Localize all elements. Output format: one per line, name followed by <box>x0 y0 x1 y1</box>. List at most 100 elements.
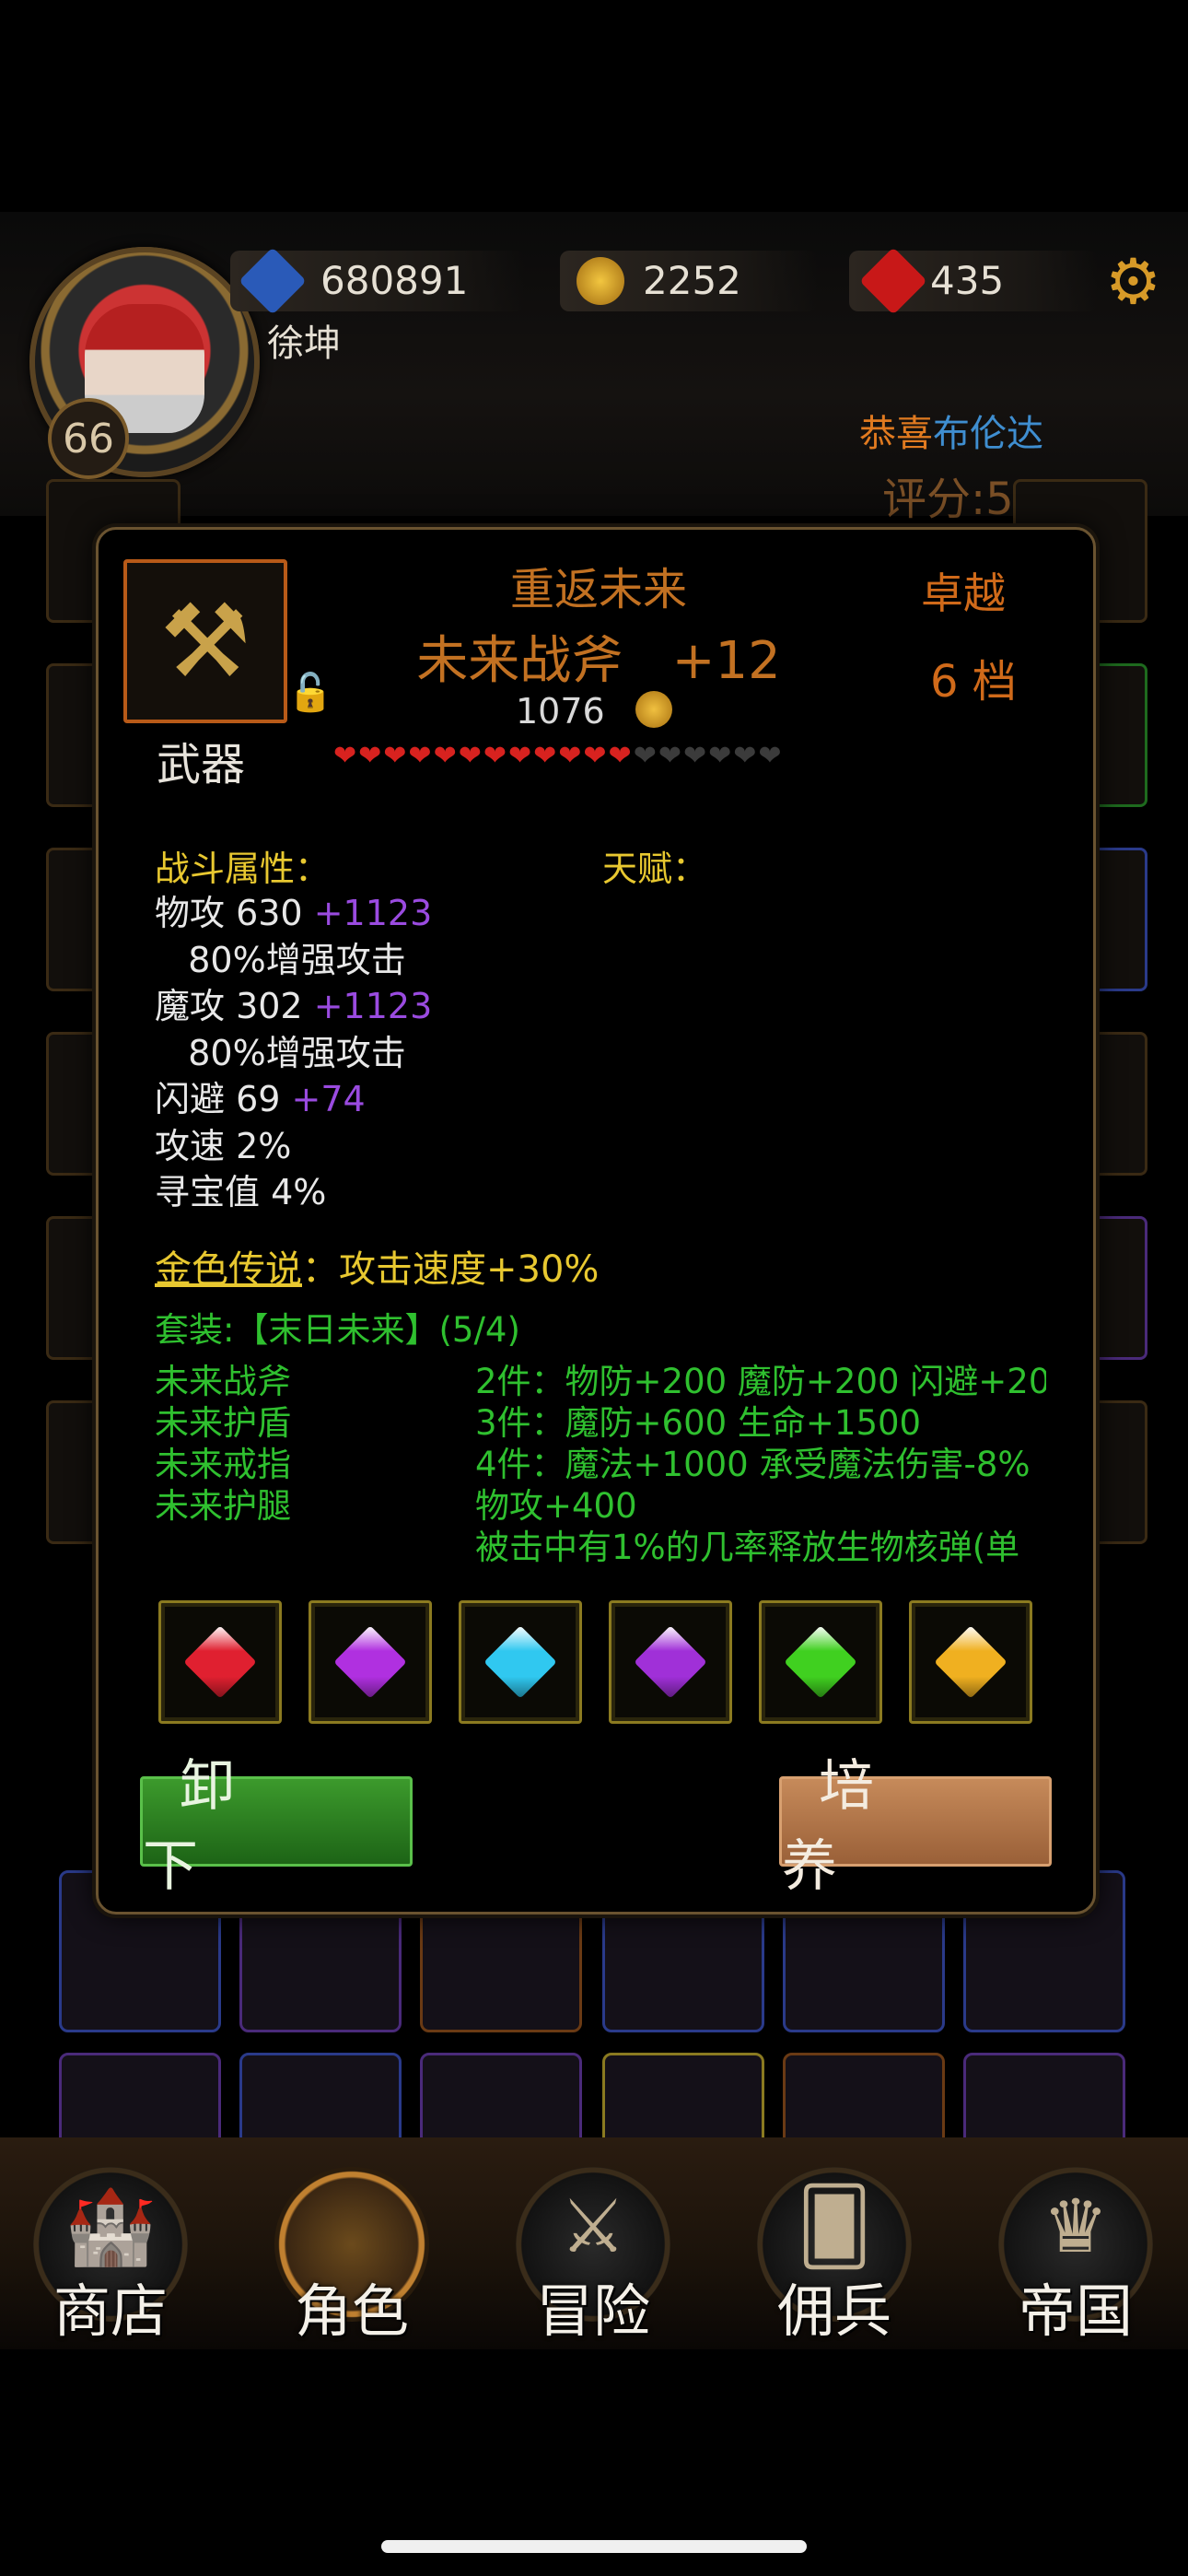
crown-icon: ♛ <box>1042 2184 1109 2269</box>
player-name: 徐坤 <box>267 322 341 365</box>
item-title: 未来战斧 +12 <box>405 619 792 694</box>
heart-filled-icon: ❤ <box>433 740 459 772</box>
golden-legend-effect: 金色传说：攻击速度+30% <box>155 1239 599 1293</box>
attribute-base: 80%增强攻击 <box>155 1032 406 1073</box>
nav-label: 角色 <box>294 2277 409 2345</box>
gem-socket[interactable] <box>309 1600 432 1724</box>
gem-socket[interactable] <box>609 1600 732 1724</box>
gem-socket[interactable] <box>158 1600 282 1724</box>
set-bonus-line: 被击中有1%的几率释放生物核弹(单 <box>475 1528 1020 1567</box>
gem-socket[interactable] <box>759 1600 882 1724</box>
currency-feather: 680891 <box>230 247 525 315</box>
unlocked-padlock-icon[interactable]: 🔓 <box>287 671 333 714</box>
yellow-gem-icon <box>934 1625 1007 1699</box>
item-name: 未来战斧 <box>416 631 623 691</box>
golden-legend-label[interactable]: 金色传说 <box>155 1248 302 1291</box>
set-bonus-line: 物攻+400 <box>475 1486 637 1526</box>
nav-label: 冒险 <box>535 2277 650 2345</box>
talent-heading: 天赋： <box>602 849 708 889</box>
nav-label: 佣兵 <box>776 2277 891 2345</box>
set-piece-item: 未来护盾 <box>155 1403 291 1443</box>
golden-legend-text: ：攻击速度+30% <box>302 1248 600 1291</box>
item-quality: 卓越 <box>921 568 1006 618</box>
red-gem-icon <box>859 247 927 315</box>
enhance-hearts-bar: ❤❤❤❤❤❤❤❤❤❤❤❤❤❤❤❤❤❤ <box>333 740 784 772</box>
attribute-base: 寻宝值 4% <box>155 1172 327 1212</box>
notice-player-name: 布伦达 <box>933 413 1043 455</box>
heart-filled-icon: ❤ <box>583 740 609 772</box>
item-price: 1076 <box>516 691 605 732</box>
currency-ruby: 435 <box>849 247 1098 315</box>
red-gem-icon <box>183 1625 257 1699</box>
currency-ruby-value: 435 <box>930 258 1005 303</box>
heart-filled-icon: ❤ <box>458 740 483 772</box>
heart-empty-icon: ❤ <box>658 740 683 772</box>
blue-feather-gem-icon <box>239 247 307 315</box>
cyan-gem-icon <box>483 1625 557 1699</box>
heart-empty-icon: ❤ <box>682 740 709 772</box>
combat-attribute-row: 闪避 69 +74 <box>155 1076 432 1123</box>
purple-gem-icon <box>333 1625 407 1699</box>
item-tier: 6 档 <box>930 656 1017 708</box>
combat-attribute-list: 物攻 630 +1123 80%增强攻击 魔攻 302 +1123 80%增强攻击… <box>155 890 432 1216</box>
item-enhance-level: +12 <box>671 631 781 691</box>
attribute-base: 攻速 2% <box>155 1125 292 1166</box>
combat-attribute-row: 魔攻 302 +1123 <box>155 983 432 1030</box>
weapon-slot[interactable]: ⚒ <box>123 559 287 723</box>
heart-filled-icon: ❤ <box>358 740 384 772</box>
gold-coin-icon <box>577 257 624 305</box>
heart-filled-icon: ❤ <box>533 740 559 772</box>
attribute-bonus: +1123 <box>313 893 433 933</box>
settings-gear-icon[interactable]: ⚙ <box>1105 251 1161 315</box>
gold-coin-icon <box>635 691 672 728</box>
combat-attributes-heading: 战斗属性： <box>155 849 331 889</box>
heart-filled-icon: ❤ <box>408 740 434 772</box>
combat-attribute-row: 寻宝值 4% <box>155 1169 432 1216</box>
combat-attribute-row: 攻速 2% <box>155 1123 432 1170</box>
set-bonus-list: 2件：物防+200 魔防+200 闪避+200 3件：魔防+600 生命+1500… <box>475 1361 1046 1569</box>
combat-attribute-row: 物攻 630 +1123 <box>155 890 432 937</box>
set-bonus-line: 3件：魔防+600 生命+1500 <box>475 1403 922 1443</box>
heart-filled-icon: ❤ <box>608 740 634 772</box>
combat-attribute-row: 80%增强攻击 <box>155 1030 432 1077</box>
heart-filled-icon: ❤ <box>333 740 359 772</box>
heart-filled-icon: ❤ <box>483 740 508 772</box>
unequip-button[interactable]: 卸 下 <box>140 1754 413 1899</box>
train-button[interactable]: 培 养 <box>779 1754 1052 1899</box>
attribute-bonus: +74 <box>291 1079 366 1119</box>
heart-empty-icon: ❤ <box>708 740 734 772</box>
attribute-base: 魔攻 302 <box>155 986 314 1026</box>
heart-filled-icon: ❤ <box>507 740 534 772</box>
attribute-base: 物攻 630 <box>155 893 314 933</box>
castle-icon: 🏰 <box>64 2184 157 2269</box>
green-gem-icon <box>784 1625 857 1699</box>
currency-feather-value: 680891 <box>320 258 469 303</box>
cards-icon: 🂠 <box>797 2184 872 2269</box>
combat-attribute-row: 80%增强攻击 <box>155 937 432 984</box>
purple-gem-icon <box>634 1625 707 1699</box>
slot-label: 武器 <box>157 739 246 790</box>
gem-socket[interactable] <box>459 1600 582 1724</box>
attribute-bonus: +1123 <box>313 986 433 1026</box>
home-indicator[interactable] <box>381 2540 807 2553</box>
set-piece-item: 未来战斧 <box>155 1362 291 1401</box>
heart-empty-icon: ❤ <box>733 740 759 772</box>
attribute-base: 80%增强攻击 <box>155 939 406 980</box>
gem-socket[interactable] <box>909 1600 1032 1724</box>
set-piece-list: 未来战斧 未来护盾 未来戒指 未来护腿 <box>155 1361 291 1527</box>
player-level-badge: 66 <box>48 398 129 479</box>
currency-gold-value: 2252 <box>643 258 741 303</box>
heart-empty-icon: ❤ <box>633 740 658 772</box>
set-piece-item: 未来戒指 <box>155 1445 291 1484</box>
heart-empty-icon: ❤ <box>758 740 784 772</box>
nav-label: 商店 <box>52 2277 168 2345</box>
set-bonus-line: 2件：物防+200 魔防+200 闪避+200 <box>475 1362 1046 1401</box>
set-piece-item: 未来护腿 <box>155 1486 291 1526</box>
broadcast-notice: 恭喜布伦达 <box>859 404 1043 457</box>
set-bonus-line: 4件：魔法+1000 承受魔法伤害-8% <box>475 1445 1031 1484</box>
notice-prefix: 恭喜 <box>859 413 933 455</box>
heart-filled-icon: ❤ <box>383 740 409 772</box>
heart-filled-icon: ❤ <box>558 740 584 772</box>
crossed-swords-icon: ⚔ <box>560 2184 626 2269</box>
battle-axe-icon: ⚒ <box>159 582 251 700</box>
